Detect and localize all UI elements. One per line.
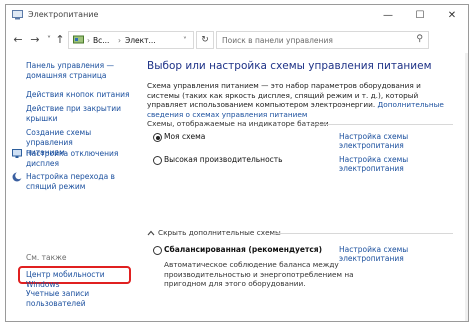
address-bar: ← → ˅ ↑ › Вс... › Элект... ˅ ↻ Поиск в п… bbox=[6, 27, 468, 53]
sidebar-item-user-accounts[interactable]: Учетные записи пользователей bbox=[26, 289, 89, 309]
power-options-icon bbox=[12, 10, 23, 20]
search-placeholder: Поиск в панели управления bbox=[222, 36, 333, 45]
sidebar-home-link[interactable]: Панель управления — домашняя страница bbox=[26, 61, 114, 81]
search-input[interactable]: Поиск в панели управления ⚲ bbox=[216, 31, 429, 49]
up-arrow-icon[interactable]: ↑ bbox=[52, 32, 68, 48]
plan-name: Высокая производительность bbox=[164, 155, 283, 164]
sidebar-item-lid-close[interactable]: Действие при закрытии крышки bbox=[26, 104, 121, 124]
breadcrumb-item-power[interactable]: Элект... bbox=[125, 36, 156, 45]
page-title: Выбор или настройка схемы управления пит… bbox=[147, 60, 432, 72]
page-description: Схема управления питанием — это набор па… bbox=[147, 81, 444, 119]
plan-settings-link[interactable]: Настройка схемы электропитания bbox=[339, 245, 455, 263]
plan-name: Моя схема bbox=[164, 132, 206, 141]
close-button[interactable]: ✕ bbox=[436, 5, 468, 26]
monitor-icon bbox=[12, 149, 22, 158]
back-arrow-icon[interactable]: ← bbox=[10, 32, 26, 48]
plan-radio-high-performance[interactable] bbox=[153, 156, 162, 165]
address-dropdown-icon[interactable]: ˅ bbox=[183, 36, 187, 45]
sidebar-item-sleep[interactable]: Настройка перехода в спящий режим bbox=[26, 172, 115, 192]
plan-row-my-plan: Моя схема Настройка схемы электропитания bbox=[147, 129, 455, 150]
plan-row-balanced: Сбалансированная (рекомендуется) Настрой… bbox=[147, 242, 455, 263]
plan-name: Сбалансированная (рекомендуется) bbox=[164, 245, 323, 254]
minimize-button[interactable]: — bbox=[372, 5, 404, 26]
maximize-button[interactable]: ☐ bbox=[404, 5, 436, 26]
sidebar: Панель управления — домашняя страница Де… bbox=[6, 53, 134, 321]
address-field[interactable]: › Вс... › Элект... ˅ bbox=[68, 31, 194, 49]
scrollbar[interactable] bbox=[465, 53, 468, 321]
sidebar-item-power-buttons[interactable]: Действия кнопок питания bbox=[26, 90, 130, 100]
main-content: Выбор или настройка схемы управления пит… bbox=[139, 53, 461, 321]
plan-settings-link[interactable]: Настройка схемы электропитания bbox=[339, 155, 455, 173]
search-icon[interactable]: ⚲ bbox=[416, 34, 423, 44]
chevron-up-icon bbox=[147, 230, 155, 236]
plan-description: Автоматическое соблюдение баланса между … bbox=[164, 260, 354, 288]
plan-radio-balanced[interactable] bbox=[153, 246, 162, 255]
refresh-icon[interactable]: ↻ bbox=[196, 31, 214, 49]
see-also-label: См. также bbox=[26, 253, 67, 262]
title-bar: Электропитание — ☐ ✕ bbox=[6, 5, 468, 26]
sidebar-item-display-off[interactable]: Настройка отключения дисплея bbox=[26, 149, 118, 169]
breadcrumb-item-all[interactable]: Вс... bbox=[93, 36, 109, 45]
section-divider bbox=[313, 124, 453, 125]
section-divider bbox=[273, 233, 453, 234]
moon-icon bbox=[12, 172, 22, 182]
control-panel-icon bbox=[73, 35, 84, 44]
plan-settings-link[interactable]: Настройка схемы электропитания bbox=[339, 132, 455, 150]
plan-radio-my-plan[interactable] bbox=[153, 133, 162, 142]
control-panel-window: Электропитание — ☐ ✕ ← → ˅ ↑ › Вс... › Э… bbox=[5, 4, 469, 322]
radio-selected-dot bbox=[155, 135, 160, 140]
plan-row-high-performance: Высокая производительность Настройка схе… bbox=[147, 152, 455, 173]
window-title: Электропитание bbox=[28, 10, 99, 19]
sidebar-item-mobility-center[interactable]: Центр мобильности Windows bbox=[26, 270, 134, 290]
battery-section-label: Схемы, отображаемые на индикаторе батаре… bbox=[147, 119, 329, 128]
hide-additional-plans-toggle[interactable]: Скрыть дополнительные схемы bbox=[147, 228, 281, 237]
